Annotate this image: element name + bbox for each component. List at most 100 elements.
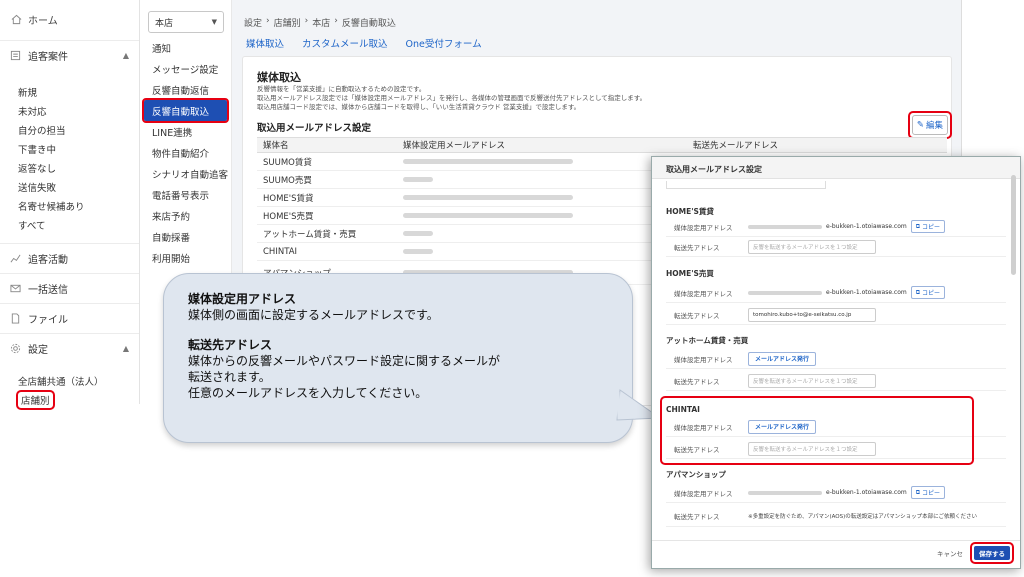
store-select-value: 本店 [155, 18, 174, 29]
submenu-phone[interactable]: 電話番号表示 [140, 184, 231, 205]
breadcrumb-item[interactable]: 本店 [312, 16, 330, 29]
label-media-address: 媒体設定用アドレス [674, 223, 733, 232]
copy-label: コピー [922, 490, 941, 497]
copy-label: コピー [922, 224, 941, 231]
copy-button[interactable]: ⧉ コピー [910, 486, 946, 499]
redacted-address [403, 194, 573, 200]
callout-heading-forward: 転送先アドレス [188, 338, 273, 352]
forward-address-input[interactable]: 反響を転送するメールアドレスを１つ設定 [748, 239, 876, 254]
label-forward-address: 転送先アドレス [674, 512, 720, 521]
tabs: 媒体取込 カスタムメール取込 One受付フォーム [246, 36, 482, 50]
nav-item-merge-candidates[interactable]: 名寄せ候補あり [0, 196, 139, 215]
nav-files-label: ファイル [28, 315, 68, 326]
modal-row: 転送先アドレス ※多重設定を防ぐため、アパマン(AOS)の転送設定はアパマンショ… [666, 505, 1006, 527]
submenu-notify[interactable]: 通知 [140, 37, 231, 58]
nav-item-send-failed[interactable]: 送信失敗 [0, 177, 139, 196]
label-forward-address: 転送先アドレス [674, 243, 720, 252]
tab-one-form[interactable]: One受付フォーム [406, 36, 482, 50]
submenu-numbering[interactable]: 自動採番 [140, 226, 231, 247]
tab-custom-mail[interactable]: カスタムメール取込 [302, 36, 388, 50]
store-select[interactable]: 本店 ▼ [148, 11, 224, 33]
col-media-address: 媒体設定用メールアドレス [403, 141, 506, 151]
section-title: 取込用メールアドレス設定 [257, 123, 372, 134]
nav-item-by-store-label: 店舗別 [16, 389, 55, 410]
nav-home[interactable]: ホーム [0, 8, 139, 30]
address-domain: e-bukken-1.otoiawase.com [826, 223, 907, 230]
nav-item-mine[interactable]: 自分の担当 [0, 120, 139, 139]
callout-heading-media: 媒体設定用アドレス [188, 292, 297, 306]
modal-row: 媒体設定用アドレス メールアドレス発行 [666, 349, 1006, 369]
callout-text-forward: 任意のメールアドレスを入力してください。 [188, 386, 428, 400]
modal-row: 媒体設定用アドレス e-bukken-1.otoiawase.com ⧉ コピー [666, 283, 1006, 303]
copy-button[interactable]: ⧉ コピー [910, 220, 946, 233]
section-homes-chintai: HOME'S賃貸 [666, 207, 714, 216]
copy-icon: ⧉ [915, 222, 921, 230]
section-athome: アットホーム賃貸・売買 [666, 336, 749, 345]
nav-item-corporate[interactable]: 全店舗共通（法人） [0, 371, 139, 390]
nav-item-drafts[interactable]: 下書き中 [0, 139, 139, 158]
copy-label: コピー [922, 290, 941, 297]
nav-section-settings[interactable]: 設定 ▲ [0, 333, 139, 363]
list-icon [10, 50, 22, 62]
section-homes-baibai: HOME'S売買 [666, 269, 714, 278]
redacted-address [403, 248, 433, 254]
submenu-auto-reply[interactable]: 反響自動返信 [140, 79, 231, 100]
nav-bulk-send-label: 一括送信 [28, 285, 68, 296]
submenu-visit[interactable]: 来店予約 [140, 205, 231, 226]
nav-item-by-store[interactable]: 店舗別 [0, 389, 139, 410]
nav-activity-label: 追客活動 [28, 255, 68, 266]
nav-item-no-reply[interactable]: 返答なし [0, 158, 139, 177]
breadcrumb-item[interactable]: 店舗別 [274, 16, 301, 29]
nav-activity[interactable]: 追客活動 [0, 243, 139, 273]
modal-row: 転送先アドレス 反響を転送するメールアドレスを１つ設定 [666, 237, 1006, 257]
label-media-address: 媒体設定用アドレス [674, 289, 733, 298]
desc-line: 取込用メールアドレス設定では「媒体設定用メールアドレス」を発行し、各媒体の管理画… [257, 94, 647, 102]
row-media-address: ⧉コ [397, 211, 687, 226]
row-media-name: アットホーム賃貸・売買 [263, 229, 357, 240]
modal-row: 媒体設定用アドレス e-bukken-1.otoiawase.com ⧉ コピー [666, 483, 1006, 503]
submenu-scenario[interactable]: シナリオ自動追客 [140, 163, 231, 184]
tab-media[interactable]: 媒体取込 [246, 36, 284, 50]
modal-row: 転送先アドレス 反響を転送するメールアドレスを１つ設定 [666, 371, 1006, 391]
nav-files[interactable]: ファイル [0, 303, 139, 333]
breadcrumb-item[interactable]: 設定 [244, 16, 262, 29]
copy-button[interactable]: ⧉ コピー [910, 286, 946, 299]
submenu-line[interactable]: LINE連携 [140, 121, 231, 142]
nav-item-unhandled[interactable]: 未対応 [0, 101, 139, 120]
desc-line: 取込用店舗コード設定では、媒体から店舗コードを取得し、「いい生活賃貸クラウド 営… [257, 103, 581, 111]
modal-title: 取込用メールアドレス設定 [652, 157, 1020, 179]
cancel-button[interactable]: キャンセ [937, 548, 963, 558]
label-media-address: 媒体設定用アドレス [674, 489, 733, 498]
table-header: 媒体名 媒体設定用メールアドレス 転送先メールアドレス [257, 137, 947, 153]
row-media-name: SUUMO売買 [263, 175, 312, 186]
submenu-message-settings[interactable]: メッセージ設定 [140, 58, 231, 79]
callout-text-forward: 媒体からの反響メールやパスワード設定に関するメールが [188, 354, 501, 368]
card-title: 媒体取込 [257, 71, 301, 84]
modal-row: 媒体設定用アドレス e-bukken-1.otoiawase.com ⧉ コピー [666, 217, 1006, 237]
nav-section-customers[interactable]: 追客案件 ▲ [0, 40, 139, 70]
issue-address-button[interactable]: メールアドレス発行 [748, 351, 817, 366]
callout-text-media: 媒体側の画面に設定するメールアドレスです。 [188, 308, 439, 322]
activity-icon [10, 253, 22, 265]
submenu-auto-import[interactable]: 反響自動取込 [142, 98, 229, 123]
row-media-name: SUUMO賃貸 [263, 157, 312, 168]
row-media-name: HOME'S賃貸 [263, 193, 314, 204]
redacted-address [748, 490, 822, 495]
copy-icon: ⧉ [915, 288, 921, 296]
caret-down-icon: ▼ [211, 18, 217, 26]
submenu-start[interactable]: 利用開始 [140, 247, 231, 268]
row-media-address: ⧉コ [397, 157, 687, 172]
forward-address-input[interactable]: tomohiro.kubo+to@e-seikatsu.co.jp [748, 307, 876, 322]
nav-bulk-send[interactable]: 一括送信 [0, 273, 139, 303]
nav-item-new[interactable]: 新規 [0, 82, 139, 101]
nav-item-all[interactable]: すべて [0, 215, 139, 234]
redacted-address [748, 224, 822, 229]
address-domain: e-bukken-1.otoiawase.com [826, 289, 907, 296]
left-nav: ホーム 追客案件 ▲ 新規 未対応 自分の担当 下書き中 返答なし 送信失敗 名… [0, 0, 140, 410]
nav-section-settings-label: 設定 [28, 345, 48, 356]
forward-address-input[interactable]: 反響を転送するメールアドレスを１つ設定 [748, 373, 876, 388]
modal-scrollbar[interactable] [1011, 175, 1016, 275]
card-description: 反響情報を「営業支援」に自動取込するための設定です。 取込用メールアドレス設定で… [257, 85, 817, 112]
redacted-address [403, 158, 573, 164]
submenu-property-intro[interactable]: 物件自動紹介 [140, 142, 231, 163]
